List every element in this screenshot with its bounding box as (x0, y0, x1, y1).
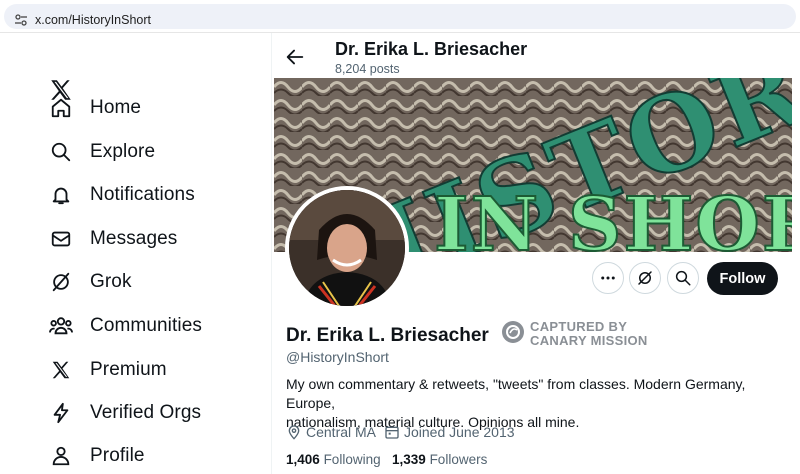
sidebar-item-profile[interactable]: Profile (48, 441, 248, 471)
grok-icon (48, 269, 74, 295)
sidebar-item-label: Grok (90, 271, 132, 292)
communities-icon (48, 313, 74, 339)
sidebar-item-label: Home (90, 97, 142, 118)
sidebar-item-label: Explore (90, 141, 156, 162)
url-text[interactable]: x.com/HistoryInShort (35, 13, 151, 27)
followers-link[interactable]: 1,339 Followers (392, 452, 487, 467)
followers-label: Followers (429, 452, 488, 467)
search-profile-button[interactable] (667, 262, 699, 294)
followers-count: 1,339 (392, 452, 426, 467)
canary-logo-icon (502, 321, 524, 343)
location-pin-icon (288, 425, 300, 440)
premium-x-icon (48, 357, 74, 383)
join-date: Joined June 2013 (384, 423, 515, 441)
watermark-line1: CAPTURED BY (530, 319, 628, 334)
ellipsis-icon (601, 276, 615, 280)
sidebar-item-label: Verified Orgs (90, 402, 202, 423)
avatar-photo (289, 190, 405, 306)
sidebar-item-label: Profile (90, 445, 145, 466)
sidebar-item-home[interactable]: Home (48, 93, 248, 123)
profile-avatar[interactable] (285, 186, 409, 310)
sidebar-item-messages[interactable]: Messages (48, 224, 248, 254)
home-icon (48, 95, 74, 121)
sidebar-item-label: Notifications (90, 184, 195, 205)
bell-icon (48, 182, 74, 208)
sidebar-item-label: Communities (90, 315, 202, 336)
search-icon (48, 139, 74, 165)
address-bar[interactable]: x.com/HistoryInShort (4, 4, 796, 29)
watermark-line2: CANARY MISSION (530, 333, 648, 348)
profile-name: Dr. Erika L. Briesacher (286, 325, 489, 346)
profile-handle: @HistoryInShort (286, 349, 389, 365)
calendar-icon (385, 426, 399, 439)
location-text: Central MA (306, 424, 377, 440)
lightning-icon (48, 400, 74, 426)
sidebar-item-explore[interactable]: Explore (48, 137, 248, 167)
back-arrow-icon[interactable] (284, 46, 306, 68)
sidebar-item-communities[interactable]: Communities (48, 311, 248, 341)
joined-text: Joined June 2013 (404, 424, 515, 440)
grok-button[interactable] (629, 262, 661, 294)
browser-url-bar: x.com/HistoryInShort (0, 0, 800, 33)
follow-button[interactable]: Follow (707, 262, 778, 295)
sidebar-item-verified-orgs[interactable]: Verified Orgs (48, 398, 248, 428)
sidebar-item-notifications[interactable]: Notifications (48, 180, 248, 210)
sidebar-item-label: Premium (90, 359, 167, 380)
profile-column: Dr. Erika L. Briesacher 8,204 posts HIST… (272, 33, 800, 474)
following-link[interactable]: 1,406 Following (286, 452, 381, 467)
following-label: Following (323, 452, 381, 467)
search-icon (675, 270, 691, 286)
envelope-icon (48, 226, 74, 252)
grok-icon (638, 271, 652, 285)
post-count: 8,204 posts (335, 62, 400, 76)
sidebar-item-label: Messages (90, 228, 178, 249)
sidebar-item-premium[interactable]: Premium (48, 355, 248, 385)
bio-line: My own commentary & retweets, "tweets" f… (286, 376, 746, 411)
following-count: 1,406 (286, 452, 320, 467)
banner-title-inshort: IN SHORT (434, 182, 792, 252)
sidebar-item-grok[interactable]: Grok (48, 267, 248, 297)
site-settings-icon[interactable] (14, 13, 28, 27)
sidebar-nav: Home Explore Notifications Messages Grok… (0, 33, 272, 474)
header-name: Dr. Erika L. Briesacher (335, 39, 528, 59)
person-icon (48, 443, 74, 469)
location: Central MA (286, 423, 376, 441)
canary-mission-watermark: CAPTURED BY CANARY MISSION (502, 318, 662, 348)
more-options-button[interactable] (592, 262, 624, 294)
